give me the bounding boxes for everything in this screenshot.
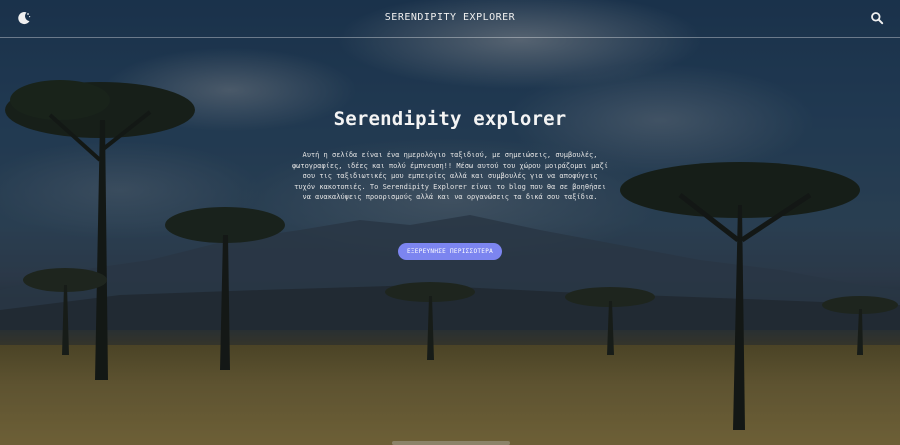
hero-title: Serendipity explorer: [333, 108, 567, 130]
explore-more-button[interactable]: ΕΞΕΡΕΥΝΗΣΕ ΠΕΡΙΣΣΟΤΕΡΑ: [397, 242, 503, 260]
site-title[interactable]: SERENDIPITY EXPLORER: [0, 12, 900, 23]
search-icon[interactable]: [870, 11, 884, 25]
hero-intro-text: Αυτή η σελίδα είναι ένα ημερολόγιο ταξιδ…: [291, 151, 609, 201]
hero-content: Serendipity explorer Αυτή η σελίδα είναι…: [0, 108, 900, 260]
horizontal-scroll-indicator[interactable]: [392, 441, 510, 445]
top-navigation-bar: SERENDIPITY EXPLORER: [0, 0, 900, 38]
